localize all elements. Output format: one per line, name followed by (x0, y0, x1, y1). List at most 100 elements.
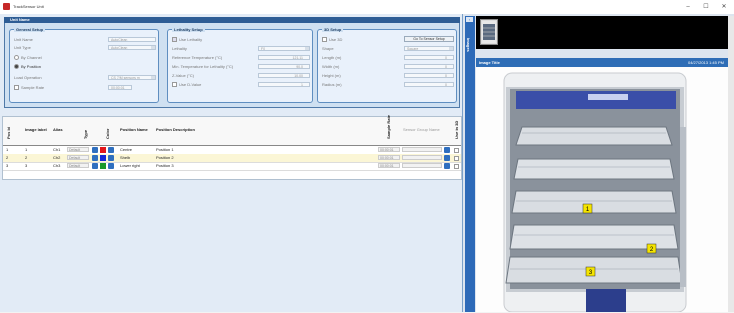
cell-sample-rate[interactable]: 00:00:01 (378, 155, 400, 160)
col-sensor-group-name: Sensor Group Name (403, 127, 440, 132)
type-picker-button[interactable] (92, 155, 98, 161)
images-tab-strip[interactable]: ‹ Images (465, 16, 475, 312)
unit-type-label: Unit Type (14, 45, 31, 50)
load-operation-dropdown[interactable]: CS 7/M sensors m (108, 75, 156, 80)
color-picker-button[interactable] (108, 163, 114, 169)
cell-position-name[interactable]: Lower right (120, 163, 140, 169)
marker-2[interactable]: 2 (646, 243, 657, 254)
image-title: Image Title (479, 60, 500, 65)
unit-name-field[interactable]: AutoClean (108, 37, 156, 42)
zvalue-field[interactable]: 10.00 (258, 73, 310, 78)
sensor-group-button[interactable] (444, 155, 450, 161)
col-alias: Alias (53, 127, 63, 132)
color-swatch[interactable] (100, 163, 106, 169)
cell-position-description[interactable]: Position 3 (156, 163, 174, 169)
use-d-field[interactable]: 1 (258, 82, 310, 87)
use-d-checkbox[interactable] (172, 82, 177, 88)
sample-rate-checkbox[interactable] (14, 85, 19, 91)
cell-position-description[interactable]: Position 2 (156, 155, 174, 161)
cell-image-label[interactable]: 2 (25, 155, 27, 161)
cell-alias[interactable]: Ch2 (53, 155, 60, 161)
cell-pos-id: 2 (6, 155, 9, 160)
rack-3 (511, 190, 677, 214)
ref-temp-field[interactable]: 121.11 (258, 55, 310, 60)
3d-setup-title: 3D Setup (322, 27, 344, 32)
maximize-button[interactable]: ☐ (698, 2, 714, 12)
type-picker-button[interactable] (92, 163, 98, 169)
cell-sample-rate[interactable]: 00:00:01 (378, 163, 400, 168)
use-lethality-option[interactable]: Use Lethality (172, 37, 202, 43)
width-field[interactable]: 0 (404, 64, 454, 69)
min-temp-field[interactable]: 90.0 (258, 64, 310, 69)
washer-thumbnail-icon (482, 21, 496, 43)
collapse-icon[interactable]: ‹ (466, 17, 473, 22)
use-in-3d-checkbox[interactable] (454, 148, 459, 153)
image-date: 04/27/2013 1:45 PM (687, 60, 724, 65)
col-image-label: Image label (25, 127, 47, 132)
sensor-group-button[interactable] (444, 147, 450, 153)
window-title: TrackSensor Unit (13, 4, 44, 9)
cell-type[interactable]: Default (67, 147, 89, 152)
use-lethality-checkbox[interactable] (172, 37, 177, 43)
right-scrollbar[interactable] (728, 16, 734, 312)
sample-rate-option[interactable]: Sample Rate (14, 85, 44, 91)
cell-sensor-group-name[interactable] (402, 163, 442, 168)
lethality-dropdown[interactable]: F0 (258, 46, 310, 51)
color-picker-button[interactable] (108, 155, 114, 161)
positions-table: Pos Id Image label Alias Type Color Posi… (2, 114, 462, 180)
image-thumbnail[interactable] (480, 19, 498, 45)
3d-setup-group: 3D Setup Use 3D Go To Sensor Setup Shape… (317, 27, 457, 103)
color-swatch[interactable] (100, 147, 106, 153)
by-position-radio[interactable] (14, 64, 19, 70)
cell-alias[interactable]: Ch1 (53, 147, 60, 153)
cell-position-name[interactable]: Shelb (120, 155, 130, 161)
by-channel-radio[interactable] (14, 55, 19, 61)
cell-type[interactable]: Default (67, 155, 89, 160)
marker-1[interactable]: 1 (582, 203, 593, 214)
cell-sensor-group-name[interactable] (402, 155, 442, 160)
sensor-group-button[interactable] (444, 163, 450, 169)
cell-sensor-group-name[interactable] (402, 147, 442, 152)
length-field[interactable]: 0 (404, 55, 454, 60)
height-field[interactable]: 0 (404, 73, 454, 78)
radius-field[interactable]: 0 (404, 82, 454, 87)
cell-position-description[interactable]: Position 1 (156, 147, 174, 153)
cell-image-label[interactable]: 1 (25, 147, 27, 153)
use3d-option[interactable]: Use 3D (322, 37, 342, 43)
window-titlebar: TrackSensor Unit – ☐ ✕ (0, 0, 734, 14)
cell-type[interactable]: Default (67, 163, 89, 168)
use-d-option[interactable]: Use D-Value (172, 82, 201, 88)
by-channel-option[interactable]: By Channel (14, 55, 42, 61)
use3d-checkbox[interactable] (322, 37, 327, 43)
sample-rate-field[interactable]: 00:00:01 (108, 85, 132, 90)
unit-type-dropdown[interactable]: AutoClean (108, 45, 156, 50)
image-viewer[interactable]: 1 2 3 (476, 67, 728, 313)
col-sample-rate: Sample Rate (386, 114, 391, 139)
lethality-setup-group: Lethality Setup Use Lethality Lethality … (167, 27, 313, 103)
radius-label: Radius (m) (322, 82, 342, 87)
by-position-option[interactable]: By Position (14, 64, 41, 70)
close-button[interactable]: ✕ (716, 2, 732, 12)
minimize-button[interactable]: – (680, 2, 696, 12)
color-picker-button[interactable] (108, 147, 114, 153)
shape-dropdown[interactable]: Square (404, 46, 454, 51)
col-use-in-3d: Use in 3D (454, 120, 459, 139)
use-d-label: Use D-Value (179, 82, 202, 87)
load-operation-value: CS 7/M sensors m (111, 76, 140, 80)
marker-3[interactable]: 3 (585, 266, 596, 277)
go-to-sensor-setup-button[interactable]: Go To Sensor Setup (404, 36, 454, 42)
cell-alias[interactable]: Ch3 (53, 163, 60, 169)
chevron-down-icon (151, 76, 155, 79)
cell-position-name[interactable]: Centre (120, 147, 132, 153)
cell-image-label[interactable]: 3 (25, 163, 27, 169)
use-in-3d-checkbox[interactable] (454, 156, 459, 161)
table-row[interactable]: 3 3 Ch3 Default Lower right Position 3 00:00:0… (3, 162, 461, 171)
color-swatch[interactable] (100, 155, 106, 161)
type-picker-button[interactable] (92, 147, 98, 153)
cell-pos-id: 1 (6, 147, 9, 152)
use-in-3d-checkbox[interactable] (454, 164, 459, 169)
cell-sample-rate[interactable]: 00:00:01 (378, 147, 400, 152)
sample-rate-label: Sample Rate (21, 85, 45, 90)
chevron-down-icon (305, 47, 309, 50)
rack-1 (515, 126, 673, 146)
